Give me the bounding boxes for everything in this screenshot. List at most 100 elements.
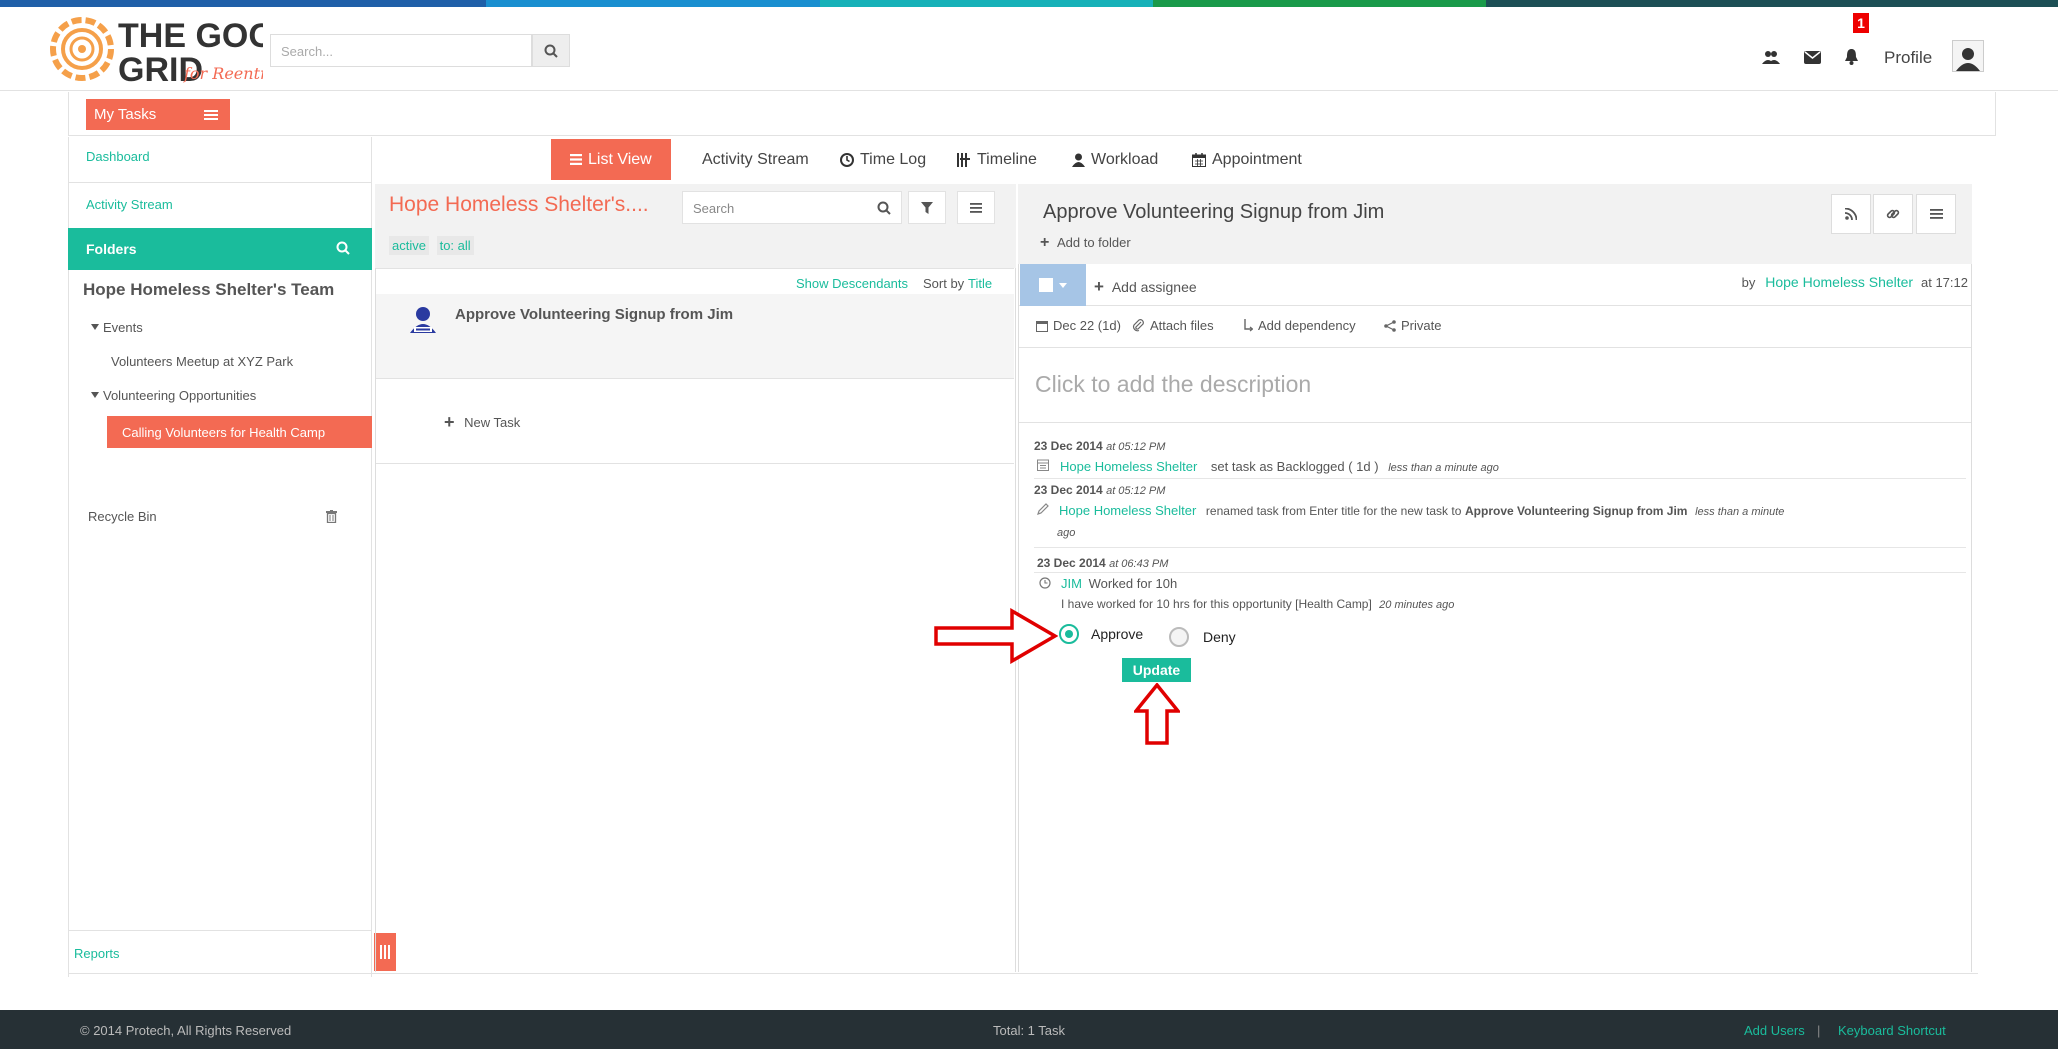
sort-field-link[interactable]: Title — [968, 276, 992, 291]
deny-label[interactable]: Deny — [1203, 629, 1236, 645]
clock-icon — [1039, 577, 1051, 589]
copy-link-button[interactable] — [1873, 194, 1913, 234]
tab-time-log[interactable]: Time Log — [840, 139, 926, 180]
tab-label: Timeline — [977, 150, 1037, 168]
caret-down-icon — [91, 324, 99, 330]
tree-item-volunteers-meetup[interactable]: Volunteers Meetup at XYZ Park — [111, 354, 293, 369]
list-menu-button[interactable] — [957, 191, 995, 224]
team-title[interactable]: Hope Homeless Shelter's Team — [83, 280, 334, 300]
sidebar-divider — [68, 182, 372, 183]
menu-icon — [1929, 209, 1943, 219]
add-dependency-button[interactable]: Add dependency — [1243, 318, 1356, 333]
good-grid-logo[interactable]: THE GOOD GRID for Reentry — [48, 11, 299, 89]
profile-link[interactable]: Profile — [1884, 48, 1932, 68]
activity-entry: Hope Homeless Shelter set task as Backlo… — [1060, 459, 1499, 474]
tree-item-events[interactable]: Events — [91, 320, 143, 335]
global-search-button[interactable] — [532, 34, 570, 67]
tab-label: Activity Stream — [702, 150, 809, 168]
menu-icon — [204, 110, 218, 120]
tab-label: List View — [588, 150, 652, 168]
sidebar-item-activity-stream[interactable]: Activity Stream — [86, 197, 173, 212]
task-meta-row: Dec 22 (1d) Attach files Add dependency … — [1019, 306, 1971, 348]
approve-label[interactable]: Approve — [1091, 626, 1143, 642]
sort-bar: Show Descendants Sort by Title — [376, 268, 1014, 294]
activity-entry: Hope Homeless Shelter renamed task from … — [1057, 503, 1785, 539]
folder-title[interactable]: Hope Homeless Shelter's.... — [389, 193, 649, 217]
task-row-title[interactable]: Approve Volunteering Signup from Jim — [455, 306, 733, 323]
tab-activity-stream[interactable]: Activity Stream — [702, 139, 809, 180]
update-button[interactable]: Update — [1122, 658, 1191, 682]
activity-date: 23 Dec 2014 at 06:43 PM — [1037, 556, 1169, 570]
app-footer: © 2014 Protech, All Rights Reserved Tota… — [0, 1010, 2058, 1049]
new-task-button[interactable]: + New Task — [444, 412, 520, 433]
author-link[interactable]: Hope Homeless Shelter — [1765, 274, 1913, 290]
activity-divider — [1034, 547, 1966, 548]
rss-button[interactable] — [1831, 194, 1871, 234]
notification-badge: 1 — [1853, 13, 1869, 33]
tab-list-view[interactable]: List View — [551, 139, 671, 180]
keyboard-shortcut-link[interactable]: Keyboard Shortcut — [1838, 1023, 1946, 1038]
task-menu-button[interactable] — [1916, 194, 1956, 234]
tree-item-calling-volunteers[interactable]: Calling Volunteers for Health Camp — [107, 416, 372, 448]
filter-button[interactable] — [908, 191, 946, 224]
task-detail-header — [1018, 184, 1972, 264]
private-share-button[interactable]: Private — [1384, 318, 1441, 333]
tab-label: Appointment — [1212, 150, 1302, 168]
task-detail-title[interactable]: Approve Volunteering Signup from Jim — [1043, 201, 1384, 224]
activity-user-link[interactable]: JIM — [1061, 576, 1082, 591]
recycle-bin-link[interactable]: Recycle Bin — [88, 509, 157, 524]
search-icon[interactable] — [336, 241, 350, 255]
reports-link[interactable]: Reports — [68, 930, 372, 974]
tab-label: Time Log — [860, 150, 927, 168]
by-label: by — [1741, 275, 1756, 290]
users-icon[interactable] — [1761, 47, 1781, 67]
task-search-input[interactable]: Search — [682, 191, 902, 224]
activity-user-link[interactable]: Hope Homeless Shelter — [1060, 459, 1197, 474]
created-time: at 17:12 — [1921, 275, 1968, 290]
worklog-note: I have worked for 10 hrs for this opport… — [1061, 597, 1455, 611]
calendar-icon — [1036, 320, 1048, 332]
tab-workload[interactable]: Workload — [1072, 139, 1158, 180]
filter-icon — [921, 201, 933, 214]
tree-item-label: Events — [103, 320, 143, 335]
tab-appointment[interactable]: Appointment — [1192, 139, 1302, 180]
tab-timeline[interactable]: Timeline — [957, 139, 1037, 180]
add-assignee-label: Add assignee — [1111, 279, 1197, 295]
add-assignee-button[interactable]: + Add assignee — [1094, 277, 1197, 297]
global-search-input[interactable]: Search... — [270, 34, 532, 67]
deny-radio[interactable] — [1169, 627, 1189, 647]
envelope-icon[interactable] — [1802, 47, 1822, 67]
bell-icon[interactable] — [1841, 47, 1861, 67]
paperclip-icon — [1133, 319, 1144, 332]
activity-user-link[interactable]: Hope Homeless Shelter — [1059, 503, 1196, 518]
my-tasks-label: My Tasks — [94, 106, 157, 123]
task-status-dropdown[interactable] — [1020, 264, 1086, 306]
link-icon — [1886, 209, 1900, 219]
task-description-input[interactable]: Click to add the description — [1035, 371, 1311, 398]
rss-icon — [1845, 208, 1857, 220]
backlog-calendar-icon — [1037, 459, 1049, 471]
filter-tag-status[interactable]: active — [389, 236, 429, 255]
approve-radio[interactable] — [1059, 624, 1079, 644]
tree-item-volunteering-opportunities[interactable]: Volunteering Opportunities — [91, 388, 256, 403]
activity-divider — [1034, 478, 1966, 479]
search-icon — [877, 201, 891, 215]
attach-files-button[interactable]: Attach files — [1132, 318, 1214, 333]
description-divider — [1019, 422, 1971, 423]
user-avatar-icon[interactable] — [1952, 40, 1984, 72]
due-date-button[interactable]: Dec 22 (1d) — [1036, 318, 1121, 333]
logo-text-top: THE GOOD — [118, 17, 263, 55]
new-task-label: New Task — [464, 415, 521, 430]
add-to-folder-button[interactable]: + Add to folder — [1040, 234, 1131, 252]
my-tasks-button[interactable]: My Tasks — [86, 99, 230, 130]
add-users-link[interactable]: Add Users — [1744, 1023, 1805, 1038]
sidebar-item-dashboard[interactable]: Dashboard — [86, 149, 150, 164]
add-dependency-label: Add dependency — [1258, 318, 1356, 333]
filter-tag-assignee[interactable]: to: all — [436, 236, 474, 255]
copyright-text: © 2014 Protech, All Rights Reserved — [80, 1023, 292, 1038]
folders-header[interactable]: Folders — [68, 228, 372, 270]
show-descendants-link[interactable]: Show Descendants — [796, 276, 908, 291]
trash-icon[interactable] — [326, 510, 337, 523]
search-icon — [544, 44, 558, 58]
calendar-icon — [1192, 152, 1206, 167]
